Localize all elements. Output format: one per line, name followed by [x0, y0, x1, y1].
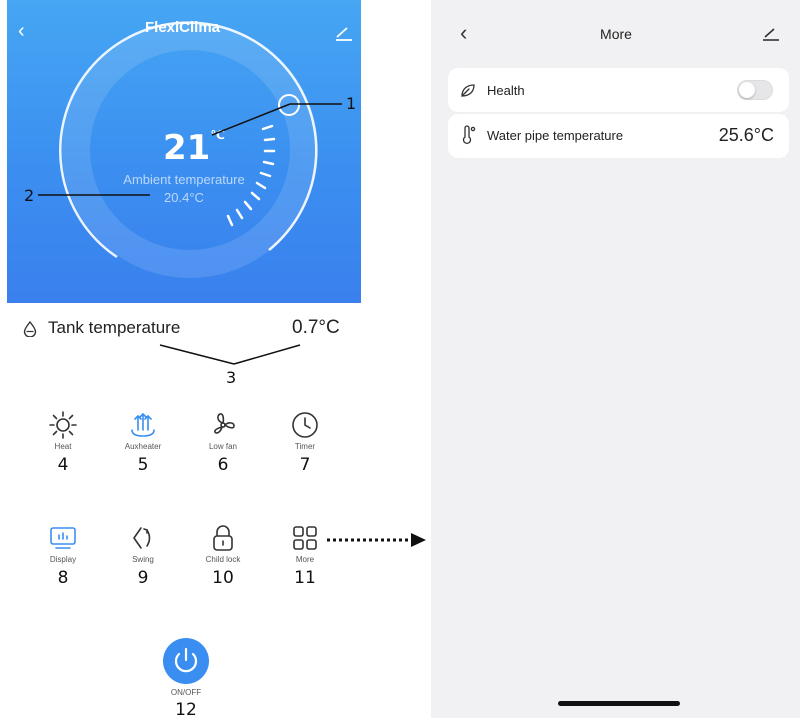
fan-icon — [214, 413, 235, 434]
water-pipe-label: Water pipe temperature — [487, 128, 624, 143]
tank-value: 0.7°C — [292, 317, 340, 338]
auxheater-control[interactable]: Auxheater 5 — [108, 410, 178, 475]
clock-icon — [292, 412, 318, 438]
low-fan-control[interactable]: Low fan 6 — [188, 410, 258, 475]
display-icon — [50, 527, 76, 549]
power-label: ON/OFF — [170, 688, 202, 697]
arrow-to-more-screen — [327, 533, 426, 547]
power-icon — [174, 647, 198, 673]
callout-2: 2 — [24, 186, 35, 205]
more-label: More — [295, 555, 315, 564]
child-lock-control[interactable]: Child lock 10 — [188, 523, 258, 588]
auxheater-icon — [131, 412, 155, 437]
timer-number: 7 — [299, 455, 311, 475]
heat-control[interactable]: Heat 4 — [28, 410, 98, 475]
sun-icon — [49, 411, 77, 439]
swing-control[interactable]: Swing 9 — [108, 523, 178, 588]
health-toggle-knob — [739, 82, 755, 98]
tank-label: Tank temperature — [48, 318, 181, 337]
low-fan-label: Low fan — [208, 442, 238, 451]
more-number: 11 — [294, 568, 316, 588]
home-indicator[interactable] — [558, 701, 680, 706]
auxheater-label: Auxheater — [124, 442, 162, 451]
callout-lines — [38, 103, 342, 365]
display-label: Display — [49, 555, 77, 564]
callout-1: 1 — [346, 94, 357, 113]
timer-control[interactable]: Timer 7 — [270, 410, 340, 475]
grid-icon — [293, 526, 317, 550]
callout-3: 3 — [226, 368, 237, 387]
swing-number: 9 — [137, 568, 149, 588]
health-label: Health — [487, 83, 525, 98]
display-control[interactable]: Display 8 — [28, 523, 98, 588]
water-pipe-value: 25.6°C — [718, 125, 774, 145]
auxheater-number: 5 — [137, 455, 149, 475]
power-button[interactable] — [163, 638, 209, 684]
power-number: 12 — [175, 700, 197, 720]
leaf-icon — [461, 84, 475, 97]
water-drop-icon — [23, 321, 37, 337]
swing-icon — [133, 527, 151, 549]
timer-label: Timer — [294, 442, 316, 451]
more-title: More — [600, 26, 632, 42]
child-lock-number: 10 — [212, 568, 234, 588]
heat-label: Heat — [54, 442, 72, 451]
health-toggle[interactable] — [737, 80, 773, 100]
more-edit-icon[interactable] — [762, 26, 780, 42]
child-lock-label: Child lock — [205, 555, 241, 564]
swing-label: Swing — [132, 555, 154, 564]
thermometer-icon — [462, 125, 476, 145]
display-number: 8 — [57, 568, 69, 588]
lock-icon — [213, 525, 233, 551]
low-fan-number: 6 — [217, 455, 229, 475]
heat-number: 4 — [57, 455, 69, 475]
